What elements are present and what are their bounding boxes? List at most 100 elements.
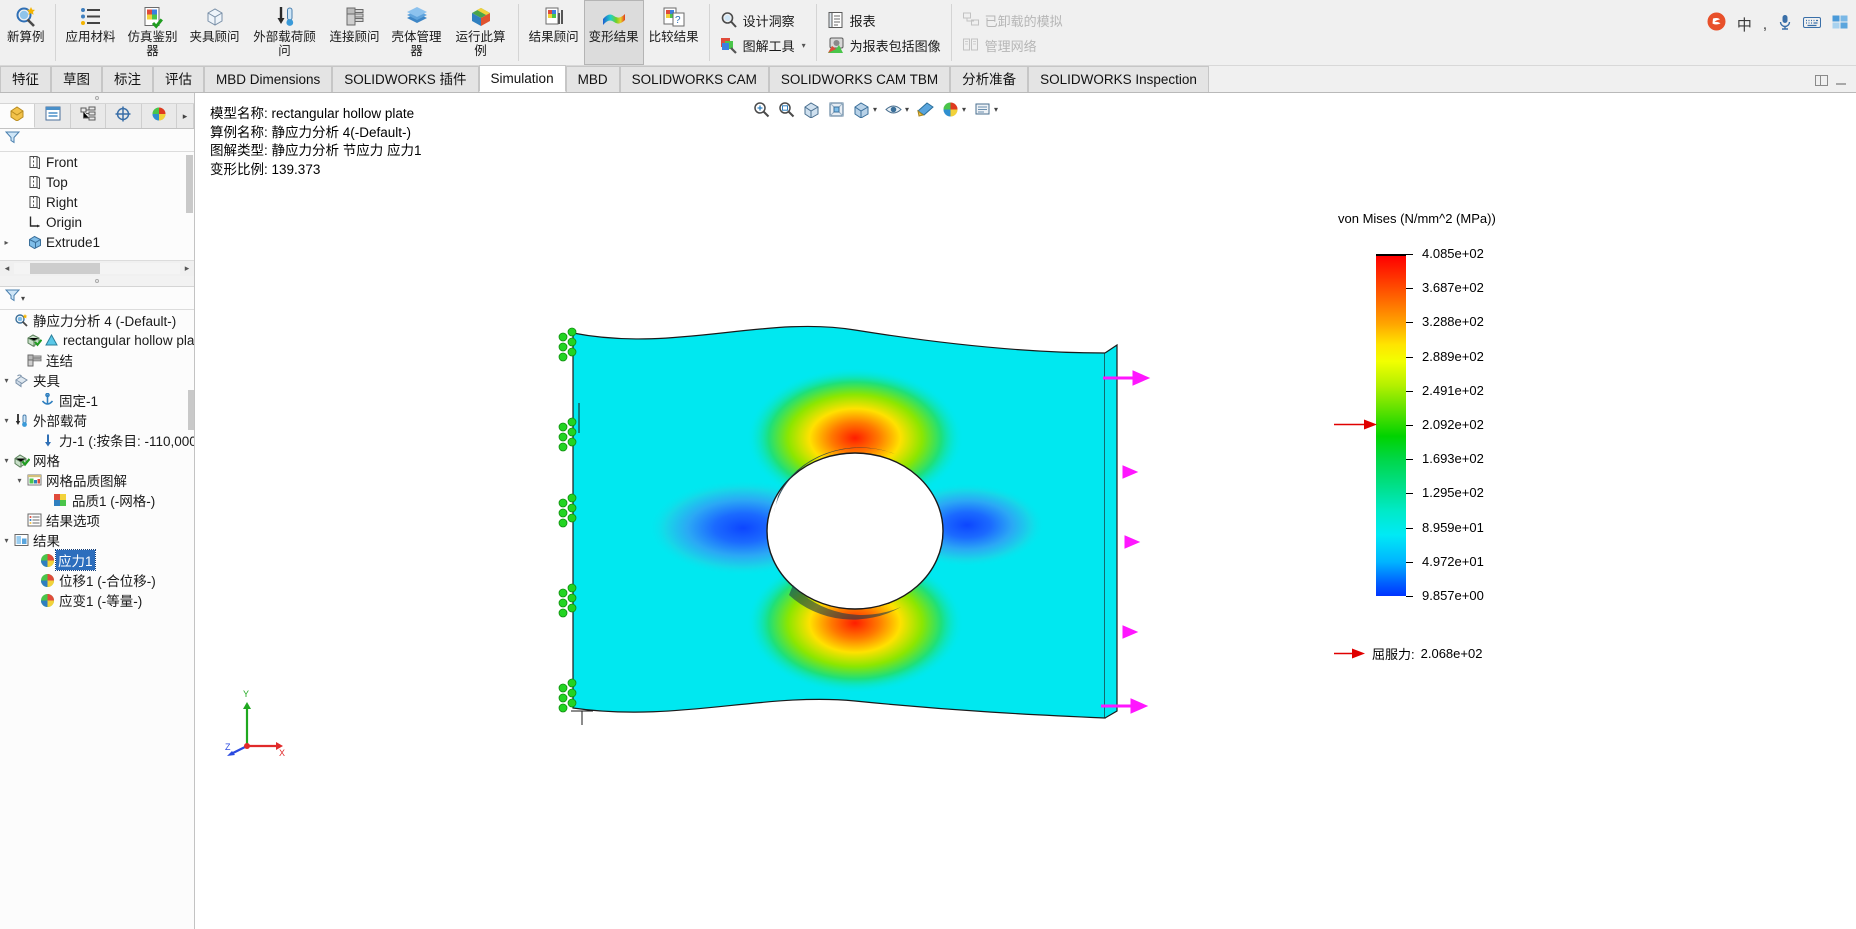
tree-item-result-options[interactable]: 结果选项 [0,510,194,530]
ribbon-item-plot-tools[interactable]: 图解工具 ▾ [715,33,811,58]
twisty-expanded[interactable]: ▾ [0,416,13,425]
tree-item-static-study[interactable]: 静应力分析 4 (-Default-) [0,310,194,330]
ribbon-button-shell-manager[interactable]: 壳体管理器 [385,0,449,65]
ime-mode-chinese[interactable]: 中 [1737,14,1752,35]
study-tree-vertical-scrollbar[interactable] [188,390,194,430]
simulation-study-tree[interactable]: 静应力分析 4 (-Default-) rectangul [0,310,194,929]
tab-configuration-manager[interactable] [71,104,106,128]
twisty-collapsed[interactable]: ▸ [0,238,13,247]
panel-splitter-top[interactable] [0,93,194,104]
model-feature-tree[interactable]: Front Top [0,152,194,260]
ribbon-button-run-this-study[interactable]: 运行此算例 [449,0,513,65]
tree-item-force-1[interactable]: 力-1 (:按条目: -110,000 N:) [0,430,194,450]
feature-tree-filter-top[interactable] [0,129,194,152]
tree-item-part-body[interactable]: rectangular hollow plate [0,330,194,350]
tree-item-right[interactable]: Right [0,192,194,212]
ribbon-button-compare-results[interactable]: ? 比较结果 [644,0,704,65]
minimize-window-icon[interactable] [1835,75,1847,89]
ribbon-button-simulation-evaluator[interactable]: 仿真鉴别器 [121,0,185,65]
edit-appearance-icon[interactable] [914,98,936,120]
chevron-down-icon[interactable]: ▾ [905,105,909,114]
tab-dimxpert-manager[interactable] [106,104,141,128]
graphics-viewport[interactable]: ▾ ▾ [195,93,1856,929]
zoom-to-area-icon[interactable] [775,98,797,120]
feature-manager-tab-scroll-right[interactable]: ▸ [177,104,194,128]
connections-icon [26,353,43,368]
feature-tree-horizontal-scrollbar[interactable]: ◂ ▸ [0,260,194,276]
ribbon-item-report[interactable]: 报表 [822,8,946,33]
chevron-down-icon[interactable]: ▾ [994,105,998,114]
scrollbar-track[interactable] [14,263,180,274]
ribbon-button-deformed-result[interactable]: 变形结果 [584,0,644,65]
tree-item-top[interactable]: Top [0,172,194,192]
view-settings-icon[interactable] [971,98,993,120]
tab-sketch[interactable]: 草图 [51,66,102,92]
scroll-left-icon[interactable]: ◂ [0,263,14,274]
chevron-down-icon[interactable]: ▾ [873,105,877,114]
ribbon-item-include-image-for-report[interactable]: 为报表包括图像 [822,33,946,58]
tree-item-front[interactable]: Front [0,152,194,172]
twisty-expanded[interactable]: ▾ [13,476,26,485]
section-view-icon[interactable] [800,98,822,120]
tree-item-extrude1[interactable]: ▸ Extrude1 [0,232,194,252]
ribbon-button-results-advisor[interactable]: 结果顾问 [524,0,584,65]
zoom-to-fit-icon[interactable] [750,98,772,120]
ime-punctuation-icon[interactable]: , [1763,16,1767,33]
scroll-right-icon[interactable]: ▸ [180,263,194,274]
tree-item-results-folder[interactable]: ▾ 结果 [0,530,194,550]
tab-analysis-preparation[interactable]: 分析准备 [950,66,1028,92]
tree-item-quality-1[interactable]: 品质1 (-网格-) [0,490,194,510]
ribbon-button-connection-advisor[interactable]: 连接顾问 [325,0,385,65]
chevron-down-icon[interactable]: ▾ [802,41,806,50]
tab-markup[interactable]: 标注 [102,66,153,92]
ribbon-button-fixture-advisor[interactable]: 夹具顾问 [185,0,245,65]
scrollbar-thumb[interactable] [30,263,100,274]
ribbon-button-new-study[interactable]: 新算例 [2,0,50,65]
tree-item-fixtures[interactable]: ▾ 夹具 [0,370,194,390]
tab-solidworks-cam-tbm[interactable]: SOLIDWORKS CAM TBM [769,66,950,92]
tab-mbd[interactable]: MBD [566,66,620,92]
tree-item-stress-1[interactable]: 应力1 [0,550,194,570]
tree-item-external-loads[interactable]: ▾ 外部载荷 [0,410,194,430]
tab-solidworks-inspection[interactable]: SOLIDWORKS Inspection [1028,66,1209,92]
tree-item-fixed-1[interactable]: 固定-1 [0,390,194,410]
tree-item-mesh-quality-plots[interactable]: ▾ 网格品质图解 [0,470,194,490]
twisty-expanded[interactable]: ▾ [0,536,13,545]
hide-show-items-icon[interactable] [882,98,904,120]
mic-icon[interactable] [1778,14,1792,34]
display-style-icon[interactable] [850,98,872,120]
keyboard-icon[interactable] [1803,16,1821,33]
tree-item-strain-1[interactable]: 应变1 (-等量-) [0,590,194,610]
tab-evaluate[interactable]: 评估 [153,66,204,92]
tab-features[interactable]: 特征 [0,66,51,92]
fea-result-plot[interactable] [295,203,1315,763]
legend-color-bar[interactable] [1376,254,1406,596]
sogou-logo-icon[interactable] [1707,12,1726,36]
view-orientation-icon[interactable] [825,98,847,120]
study-tree-filter[interactable]: ▾ [0,287,194,310]
tab-appearances-manager[interactable] [142,104,177,128]
tab-property-manager[interactable] [35,104,70,128]
ribbon-button-external-load-advisor[interactable]: 外部载荷顾问 [245,0,325,65]
apply-scene-icon[interactable] [939,98,961,120]
twisty-expanded[interactable]: ▾ [0,456,13,465]
tab-feature-tree[interactable] [0,104,35,128]
tab-solidworks-cam[interactable]: SOLIDWORKS CAM [620,66,769,92]
tree-item-connections[interactable]: 连结 [0,350,194,370]
tree-item-mesh[interactable]: ▾ 网格 [0,450,194,470]
ribbon-item-design-insight[interactable]: 设计洞察 [715,8,811,33]
tray-expand-icon[interactable] [1832,15,1848,33]
restore-window-icon[interactable] [1815,75,1828,89]
tab-mbd-dimensions[interactable]: MBD Dimensions [204,66,332,92]
panel-splitter-middle[interactable] [0,276,194,287]
feature-tree-vertical-scrollbar[interactable] [186,155,193,213]
twisty-expanded[interactable]: ▾ [0,376,13,385]
chevron-down-icon[interactable]: ▾ [21,294,25,303]
tab-solidworks-addins[interactable]: SOLIDWORKS 插件 [332,66,478,92]
tree-item-origin[interactable]: Origin [0,212,194,232]
ribbon-button-apply-material[interactable]: 应用材料 [61,0,121,65]
tab-simulation[interactable]: Simulation [479,65,566,92]
chevron-down-icon[interactable]: ▾ [962,105,966,114]
tree-item-displacement-1[interactable]: 位移1 (-合位移-) [0,570,194,590]
result-legend[interactable]: von Mises (N/mm^2 (MPa)) 4.085e+02 3.687… [1330,211,1630,254]
